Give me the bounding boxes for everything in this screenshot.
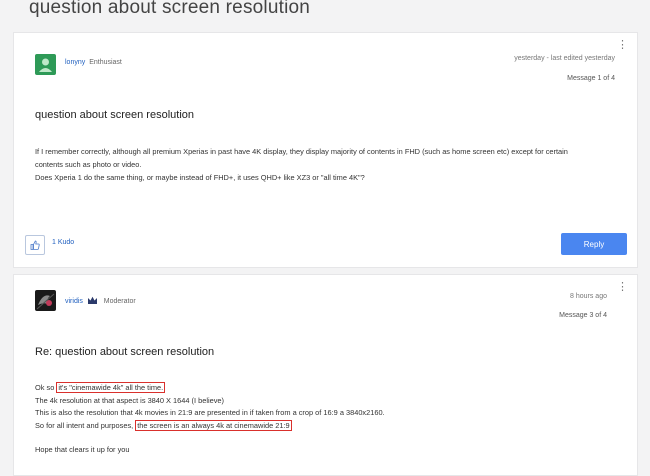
post-card-1: ⋮ lonyny Enthusiast yesterday - last edi… <box>13 32 638 268</box>
reply-button[interactable]: Reply <box>561 233 627 255</box>
post-body: If I remember correctly, although all pr… <box>35 145 595 184</box>
message-index: Message 1 of 4 <box>567 75 615 82</box>
body-paragraph: If I remember correctly, although all pr… <box>35 147 568 169</box>
thumbs-up-icon <box>30 240 40 250</box>
body-line: So for all intent and purposes, the scre… <box>35 419 595 433</box>
kebab-menu-icon[interactable]: ⋮ <box>617 282 628 293</box>
author-name[interactable]: lonyny <box>65 59 85 66</box>
body-paragraph: Does Xperia 1 do the same thing, or mayb… <box>35 173 365 182</box>
post-card-3: ⋮ viridis Moderator 8 hours ago Message … <box>13 274 638 476</box>
highlighted-text: it's "cinemawide 4k" all the time. <box>56 382 166 393</box>
post-date: 8 hours ago <box>570 293 607 300</box>
crown-icon <box>87 296 97 304</box>
highlighted-text: the screen is an always 4k at cinemawide… <box>135 419 292 431</box>
message-index: Message 3 of 4 <box>559 312 607 319</box>
post-date: yesterday - last edited yesterday <box>514 55 615 62</box>
body-line: This is also the resolution that 4k movi… <box>35 408 385 417</box>
kudo-button[interactable] <box>25 235 45 255</box>
body-line: The 4k resolution at that aspect is 3840… <box>35 395 224 405</box>
avatar[interactable] <box>35 54 56 75</box>
page-title: question about screen resolution <box>29 0 311 18</box>
author-rank: Enthusiast <box>89 59 122 66</box>
author-line: viridis Moderator <box>65 296 136 305</box>
body-text: So for all intent and purposes, <box>35 420 136 430</box>
avatar[interactable] <box>35 290 56 311</box>
post-subject: Re: question about screen resolution <box>35 346 215 358</box>
kudo-count[interactable]: 1 Kudo <box>52 239 74 246</box>
author-rank: Moderator <box>103 298 136 305</box>
author-name[interactable]: viridis <box>65 298 83 305</box>
body-line: Ok so it's "cinemawide 4k" all the time. <box>35 382 595 395</box>
post-subject: question about screen resolution <box>35 109 194 121</box>
post-body: Ok so it's "cinemawide 4k" all the time.… <box>35 382 595 457</box>
kebab-menu-icon[interactable]: ⋮ <box>617 40 628 51</box>
author-line: lonyny Enthusiast <box>65 59 122 66</box>
body-text: Ok so <box>35 383 57 392</box>
body-line: Hope that clears it up for you <box>35 445 130 454</box>
